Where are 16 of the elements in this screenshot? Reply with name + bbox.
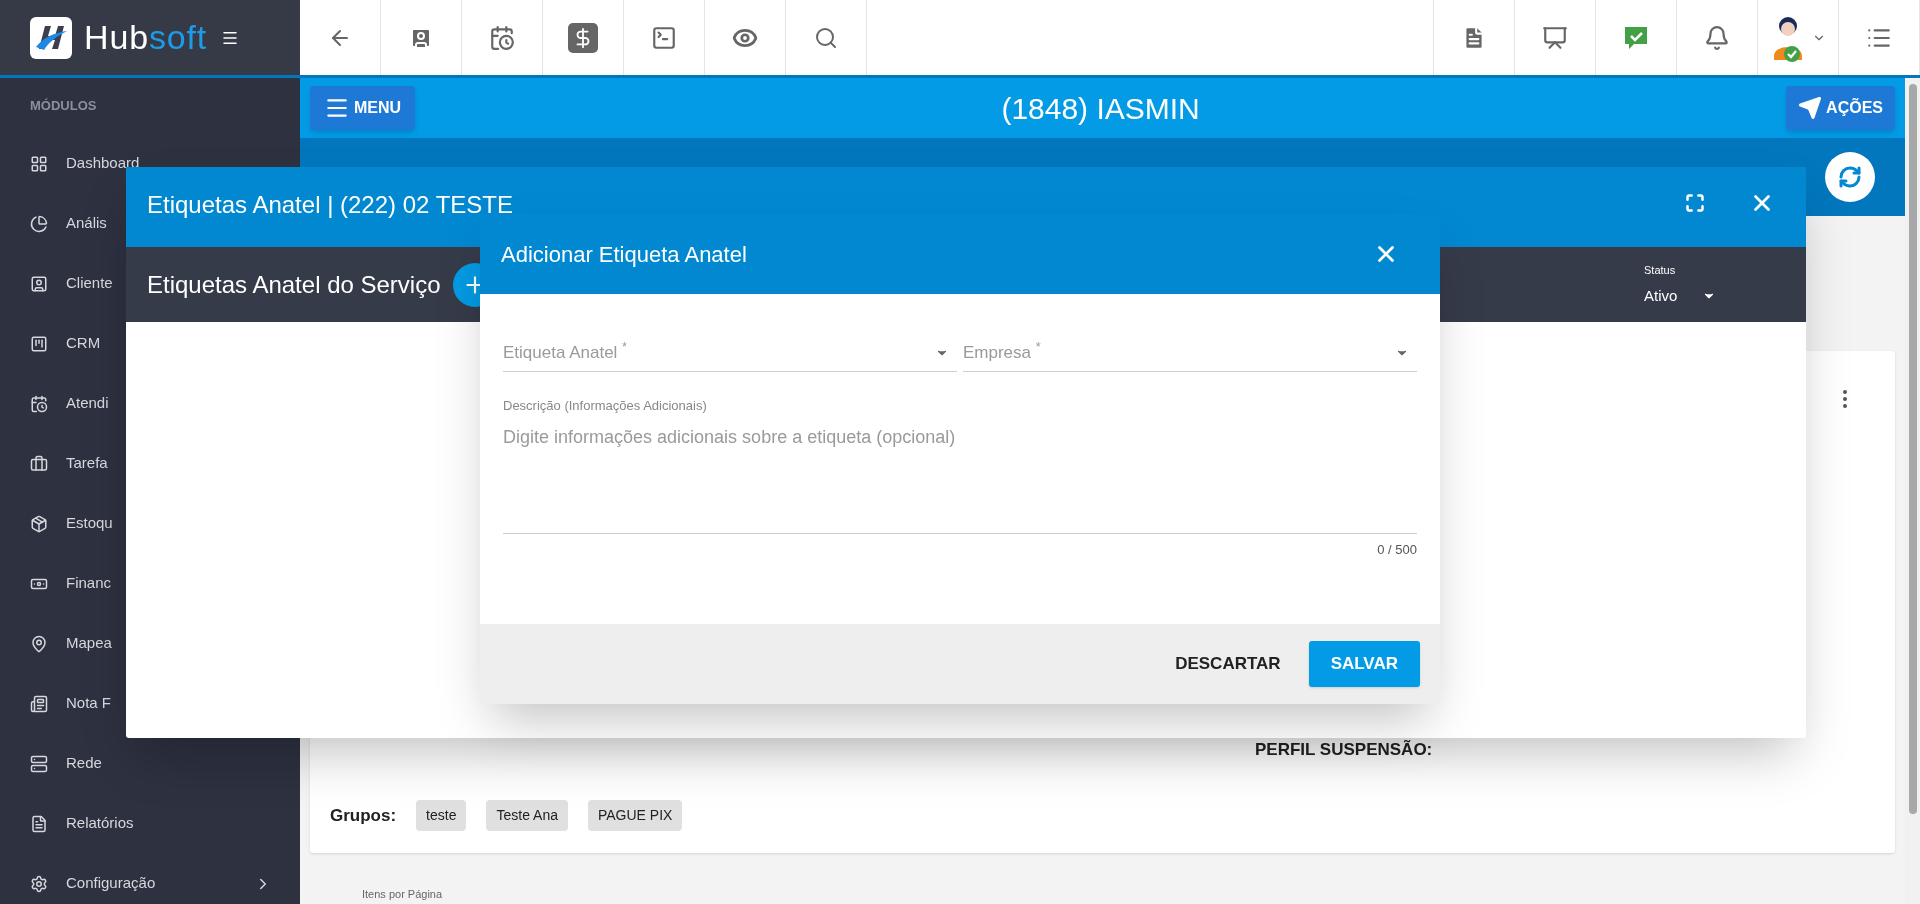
pagination-label: Itens por Página xyxy=(361,887,444,902)
suspension-label: PERFIL SUSPENSÃO: xyxy=(1254,738,1434,761)
sidebar-heading: MÓDULOS xyxy=(29,97,98,115)
description-label: Descrição (Informações Adicionais) xyxy=(503,397,708,415)
section-title: Etiquetas Anatel do Serviço xyxy=(147,269,441,300)
dialog-title: Etiquetas Anatel | (222) 02 TESTE xyxy=(147,190,513,220)
status-label: Status xyxy=(1644,263,1677,278)
groups-label: Grupos: xyxy=(330,804,397,827)
group-tag: PAGUE PIX xyxy=(587,800,683,831)
logo-text: Hubsoft xyxy=(84,17,208,58)
page-title: (1848) IASMIN xyxy=(1000,90,1201,127)
status-value: Ativo xyxy=(1644,285,1678,306)
dialog-title: Adicionar Etiqueta Anatel xyxy=(501,240,747,269)
character-counter: 0 / 500 xyxy=(1376,540,1417,559)
group-tag: Teste Ana xyxy=(486,800,568,831)
group-tag: teste xyxy=(416,800,467,831)
